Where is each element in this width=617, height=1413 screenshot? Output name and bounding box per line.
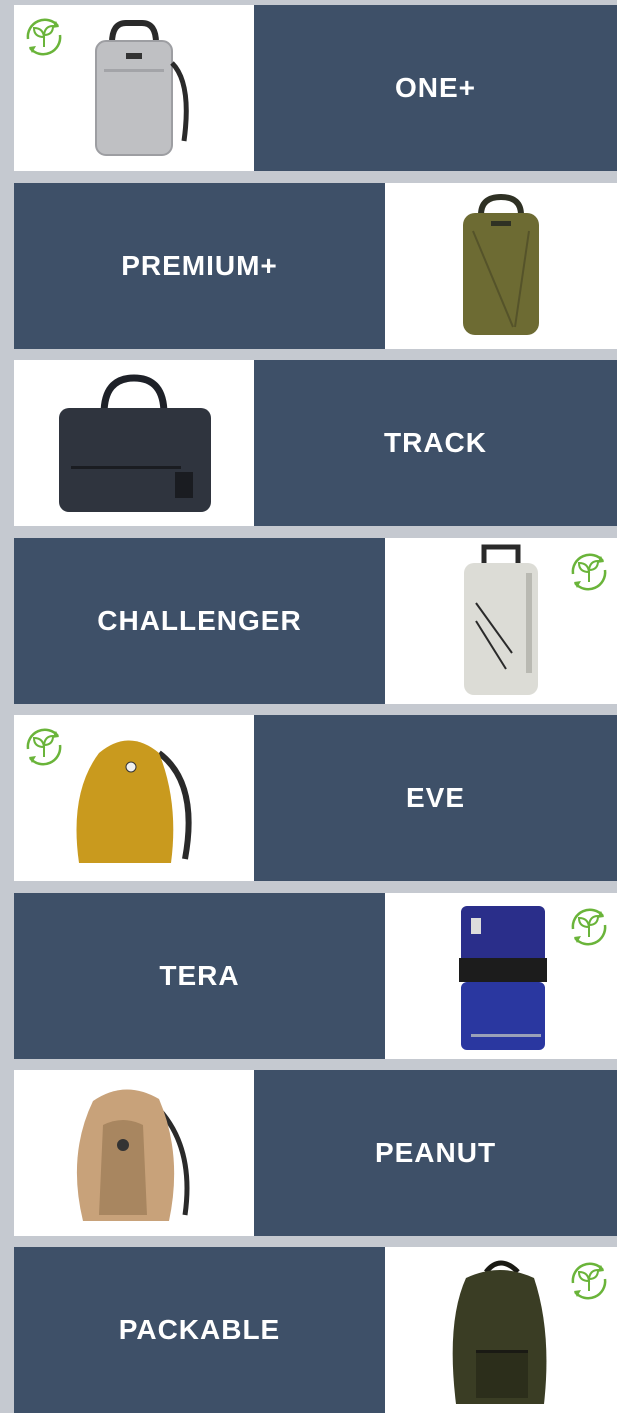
product-image-panel bbox=[385, 183, 617, 349]
product-name: TERA bbox=[159, 960, 240, 991]
product-card-eve[interactable]: EVE bbox=[14, 715, 617, 881]
product-image-panel bbox=[385, 538, 617, 704]
product-name: PREMIUM+ bbox=[121, 250, 278, 281]
dark-olive-backpack-image bbox=[452, 1260, 547, 1404]
product-list: ONE+ PREMIUM+ TRACK CHALLENGER EVE TERA … bbox=[0, 0, 617, 1413]
product-image-panel bbox=[385, 1247, 617, 1413]
recycle-leaf-icon bbox=[571, 553, 607, 591]
recycle-leaf-icon bbox=[571, 1262, 607, 1300]
product-card-tera[interactable]: TERA bbox=[14, 893, 617, 1059]
product-name: PACKABLE bbox=[118, 1314, 281, 1345]
product-image-panel bbox=[14, 1070, 254, 1236]
product-label-panel: TERA bbox=[14, 893, 385, 1059]
product-label-panel: PEANUT bbox=[254, 1070, 617, 1236]
dark-navy-briefcase-image bbox=[59, 374, 211, 512]
olive-green-backpack-image bbox=[463, 193, 539, 335]
product-name: TRACK bbox=[384, 427, 487, 458]
product-card-track[interactable]: TRACK bbox=[14, 360, 617, 526]
product-card-one-plus[interactable]: ONE+ bbox=[14, 5, 617, 171]
blue-black-backpack-image bbox=[459, 906, 547, 1050]
recycle-leaf-icon bbox=[26, 18, 62, 56]
recycle-leaf-icon bbox=[26, 728, 62, 766]
product-label-panel: CHALLENGER bbox=[14, 538, 385, 704]
light-grey-backpack-image bbox=[95, 20, 189, 156]
product-name: CHALLENGER bbox=[97, 605, 302, 636]
tan-patterned-backpack-image bbox=[76, 1089, 190, 1221]
product-label-panel: ONE+ bbox=[254, 5, 617, 171]
product-card-challenger[interactable]: CHALLENGER bbox=[14, 538, 617, 704]
recycle-leaf-icon bbox=[571, 908, 607, 946]
product-name: ONE+ bbox=[394, 72, 477, 103]
product-image-panel bbox=[14, 5, 254, 171]
product-card-premium-plus[interactable]: PREMIUM+ bbox=[14, 183, 617, 349]
product-image-panel bbox=[14, 715, 254, 881]
product-image-panel bbox=[385, 893, 617, 1059]
off-white-trolley-backpack-image bbox=[464, 544, 538, 695]
product-card-packable[interactable]: PACKABLE bbox=[14, 1247, 617, 1413]
product-label-panel: PREMIUM+ bbox=[14, 183, 385, 349]
product-name: PEANUT bbox=[374, 1137, 497, 1168]
product-label-panel: TRACK bbox=[254, 360, 617, 526]
mustard-yellow-backpack-image bbox=[76, 740, 192, 863]
product-image-panel bbox=[14, 360, 254, 526]
product-card-peanut[interactable]: PEANUT bbox=[14, 1070, 617, 1236]
product-label-panel: EVE bbox=[254, 715, 617, 881]
product-name: EVE bbox=[405, 782, 466, 813]
product-label-panel: PACKABLE bbox=[14, 1247, 385, 1413]
